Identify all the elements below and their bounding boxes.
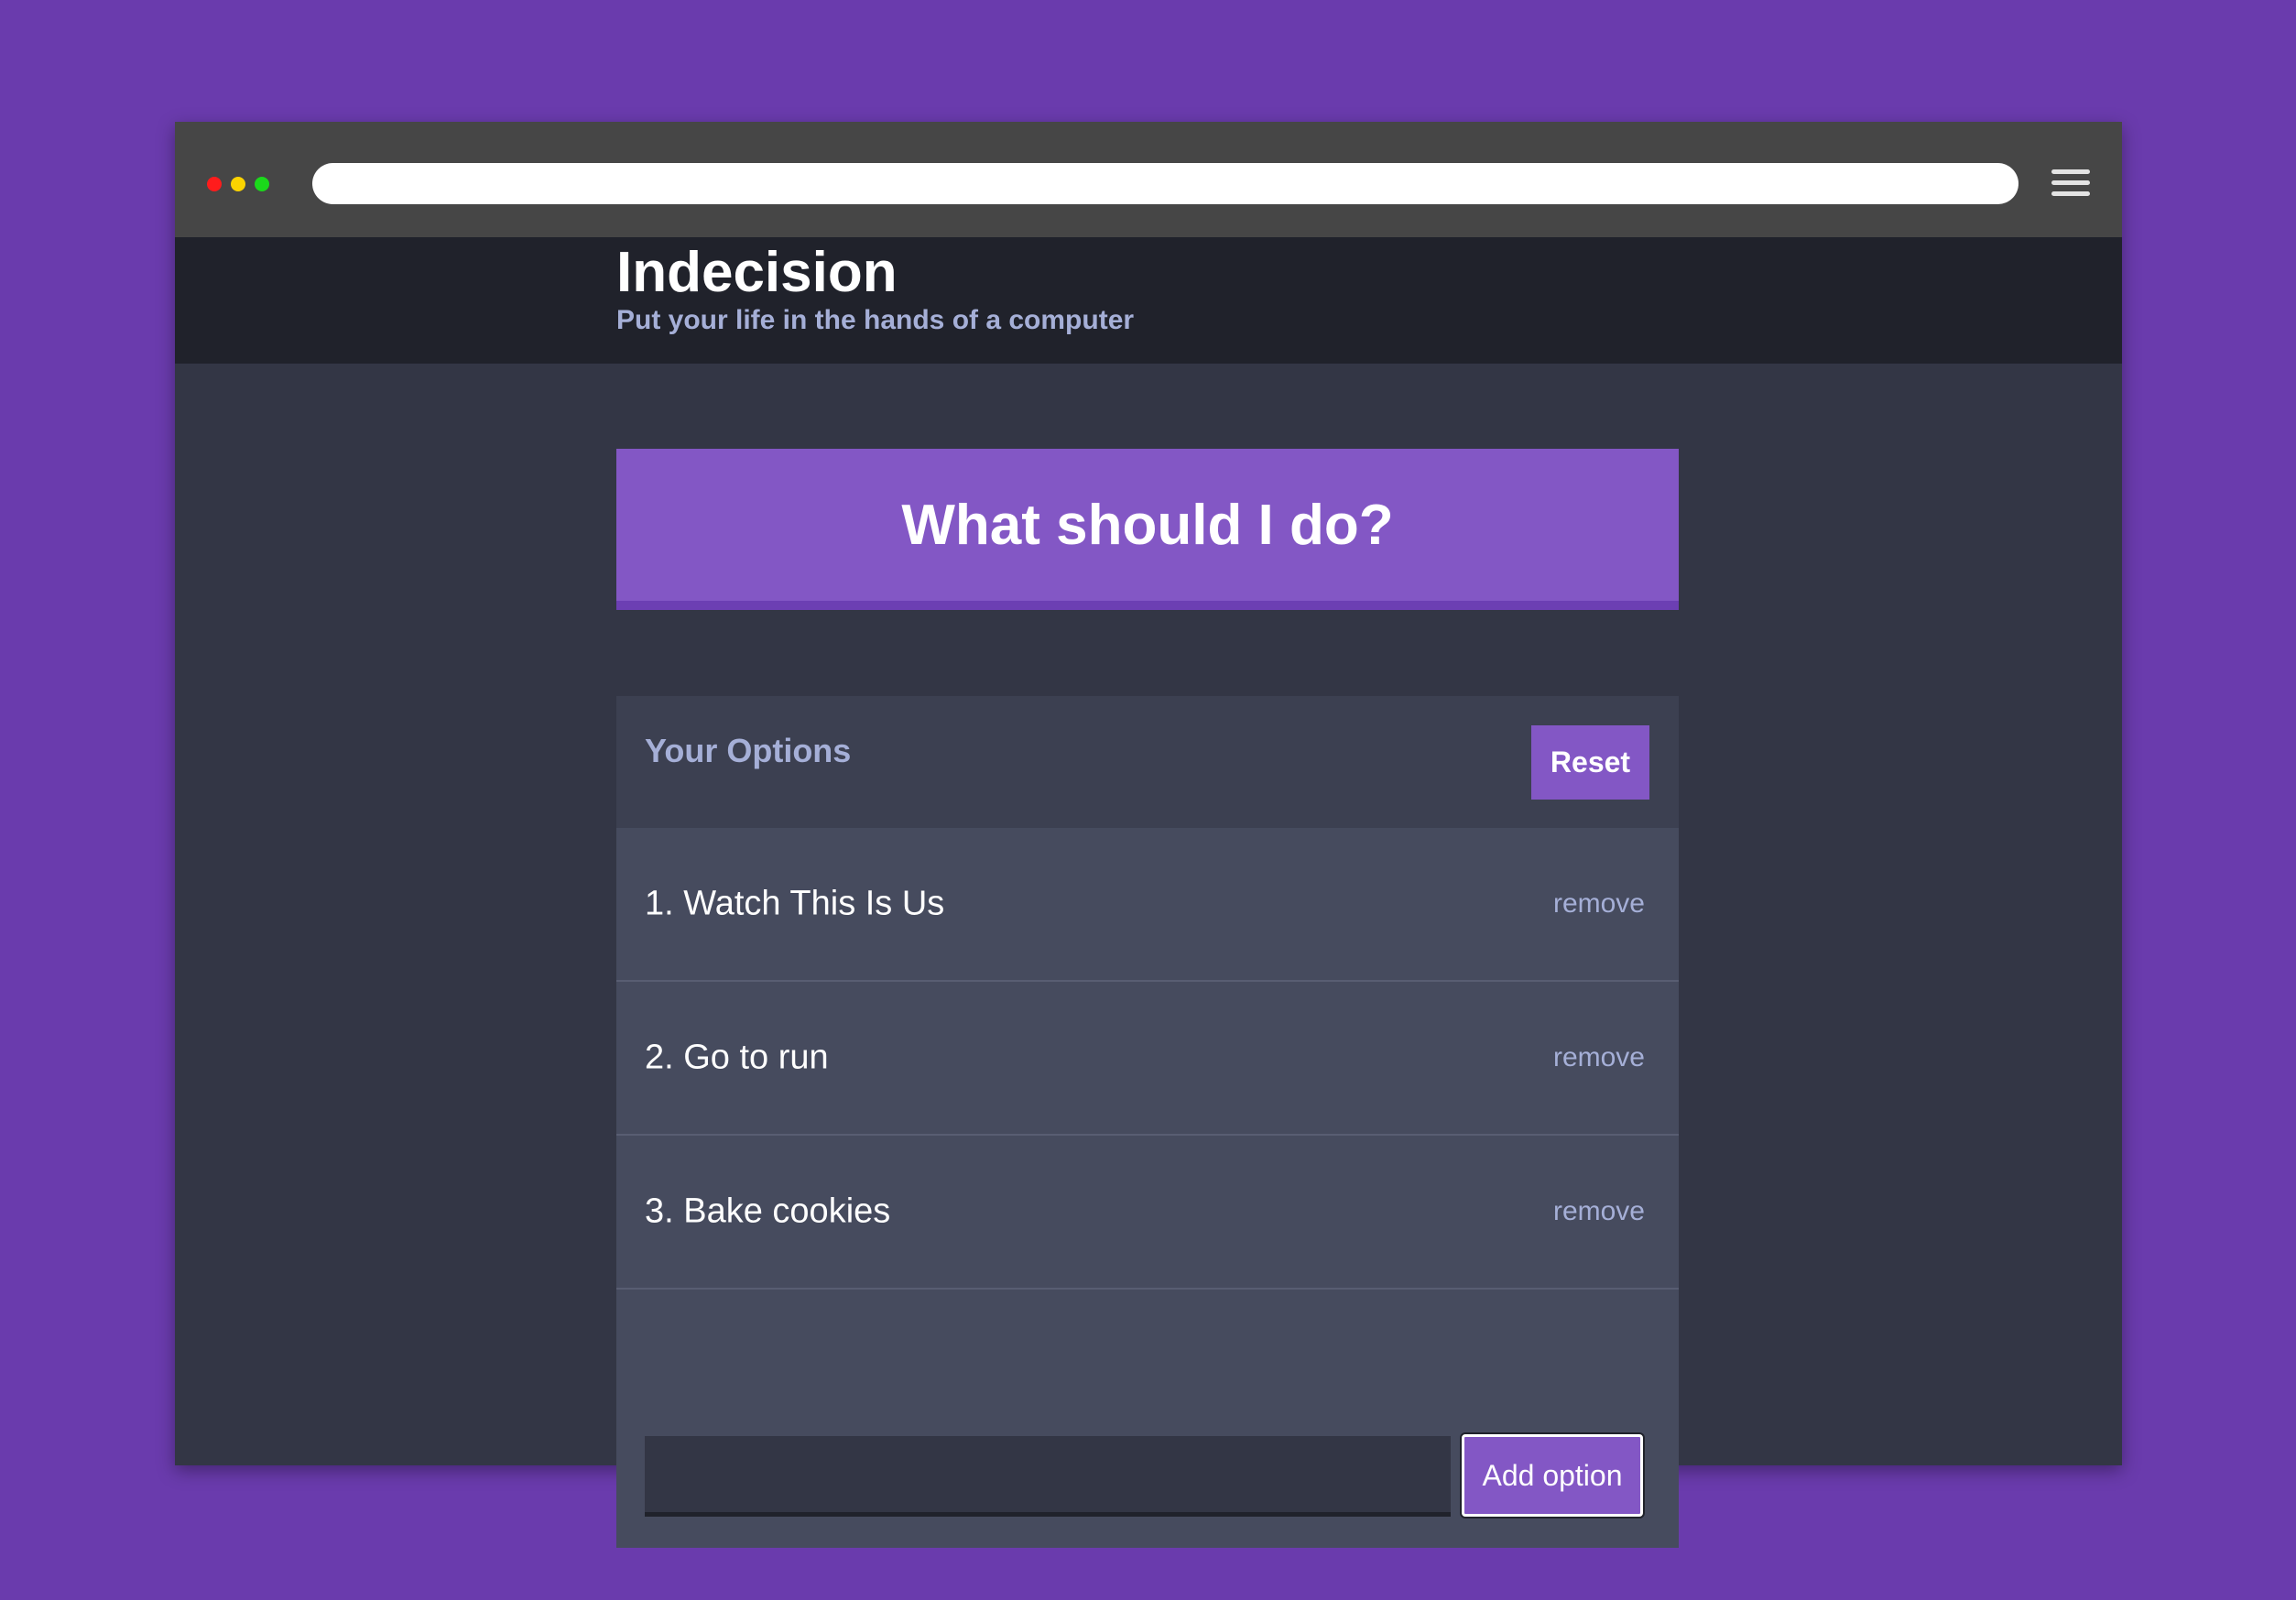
maximize-window-icon[interactable]	[255, 177, 269, 191]
add-option-input[interactable]	[645, 1436, 1451, 1517]
remove-option-button[interactable]: remove	[1548, 1041, 1650, 1074]
remove-option-button[interactable]: remove	[1548, 1195, 1650, 1228]
option-item: 1. Watch This Is Us remove	[616, 828, 1679, 982]
option-text: 3. Bake cookies	[645, 1192, 891, 1231]
options-header: Your Options Reset	[616, 696, 1679, 828]
browser-toolbar	[175, 122, 2122, 237]
option-text: 2. Go to run	[645, 1038, 829, 1077]
options-widget: Your Options Reset 1. Watch This Is Us r…	[616, 696, 1679, 1548]
remove-option-button[interactable]: remove	[1548, 887, 1650, 920]
option-item: 2. Go to run remove	[616, 982, 1679, 1136]
options-title: Your Options	[645, 732, 852, 769]
app-subtitle: Put your life in the hands of a computer	[616, 305, 1135, 335]
close-window-icon[interactable]	[207, 177, 222, 191]
option-text: 1. Watch This Is Us	[645, 884, 945, 923]
reset-button[interactable]: Reset	[1531, 725, 1649, 800]
what-should-i-do-button[interactable]: What should I do?	[616, 449, 1679, 610]
browser-window: Indecision Put your life in the hands of…	[175, 122, 2122, 1548]
app-title: Indecision	[616, 241, 898, 304]
option-item: 3. Bake cookies remove	[616, 1136, 1679, 1290]
app-header: Indecision Put your life in the hands of…	[175, 237, 2122, 364]
minimize-window-icon[interactable]	[231, 177, 245, 191]
address-bar[interactable]	[312, 163, 2019, 204]
add-option-button[interactable]: Add option	[1462, 1434, 1643, 1517]
add-option-form: Add option	[616, 1409, 1679, 1548]
hamburger-menu-icon[interactable]	[2051, 168, 2090, 199]
